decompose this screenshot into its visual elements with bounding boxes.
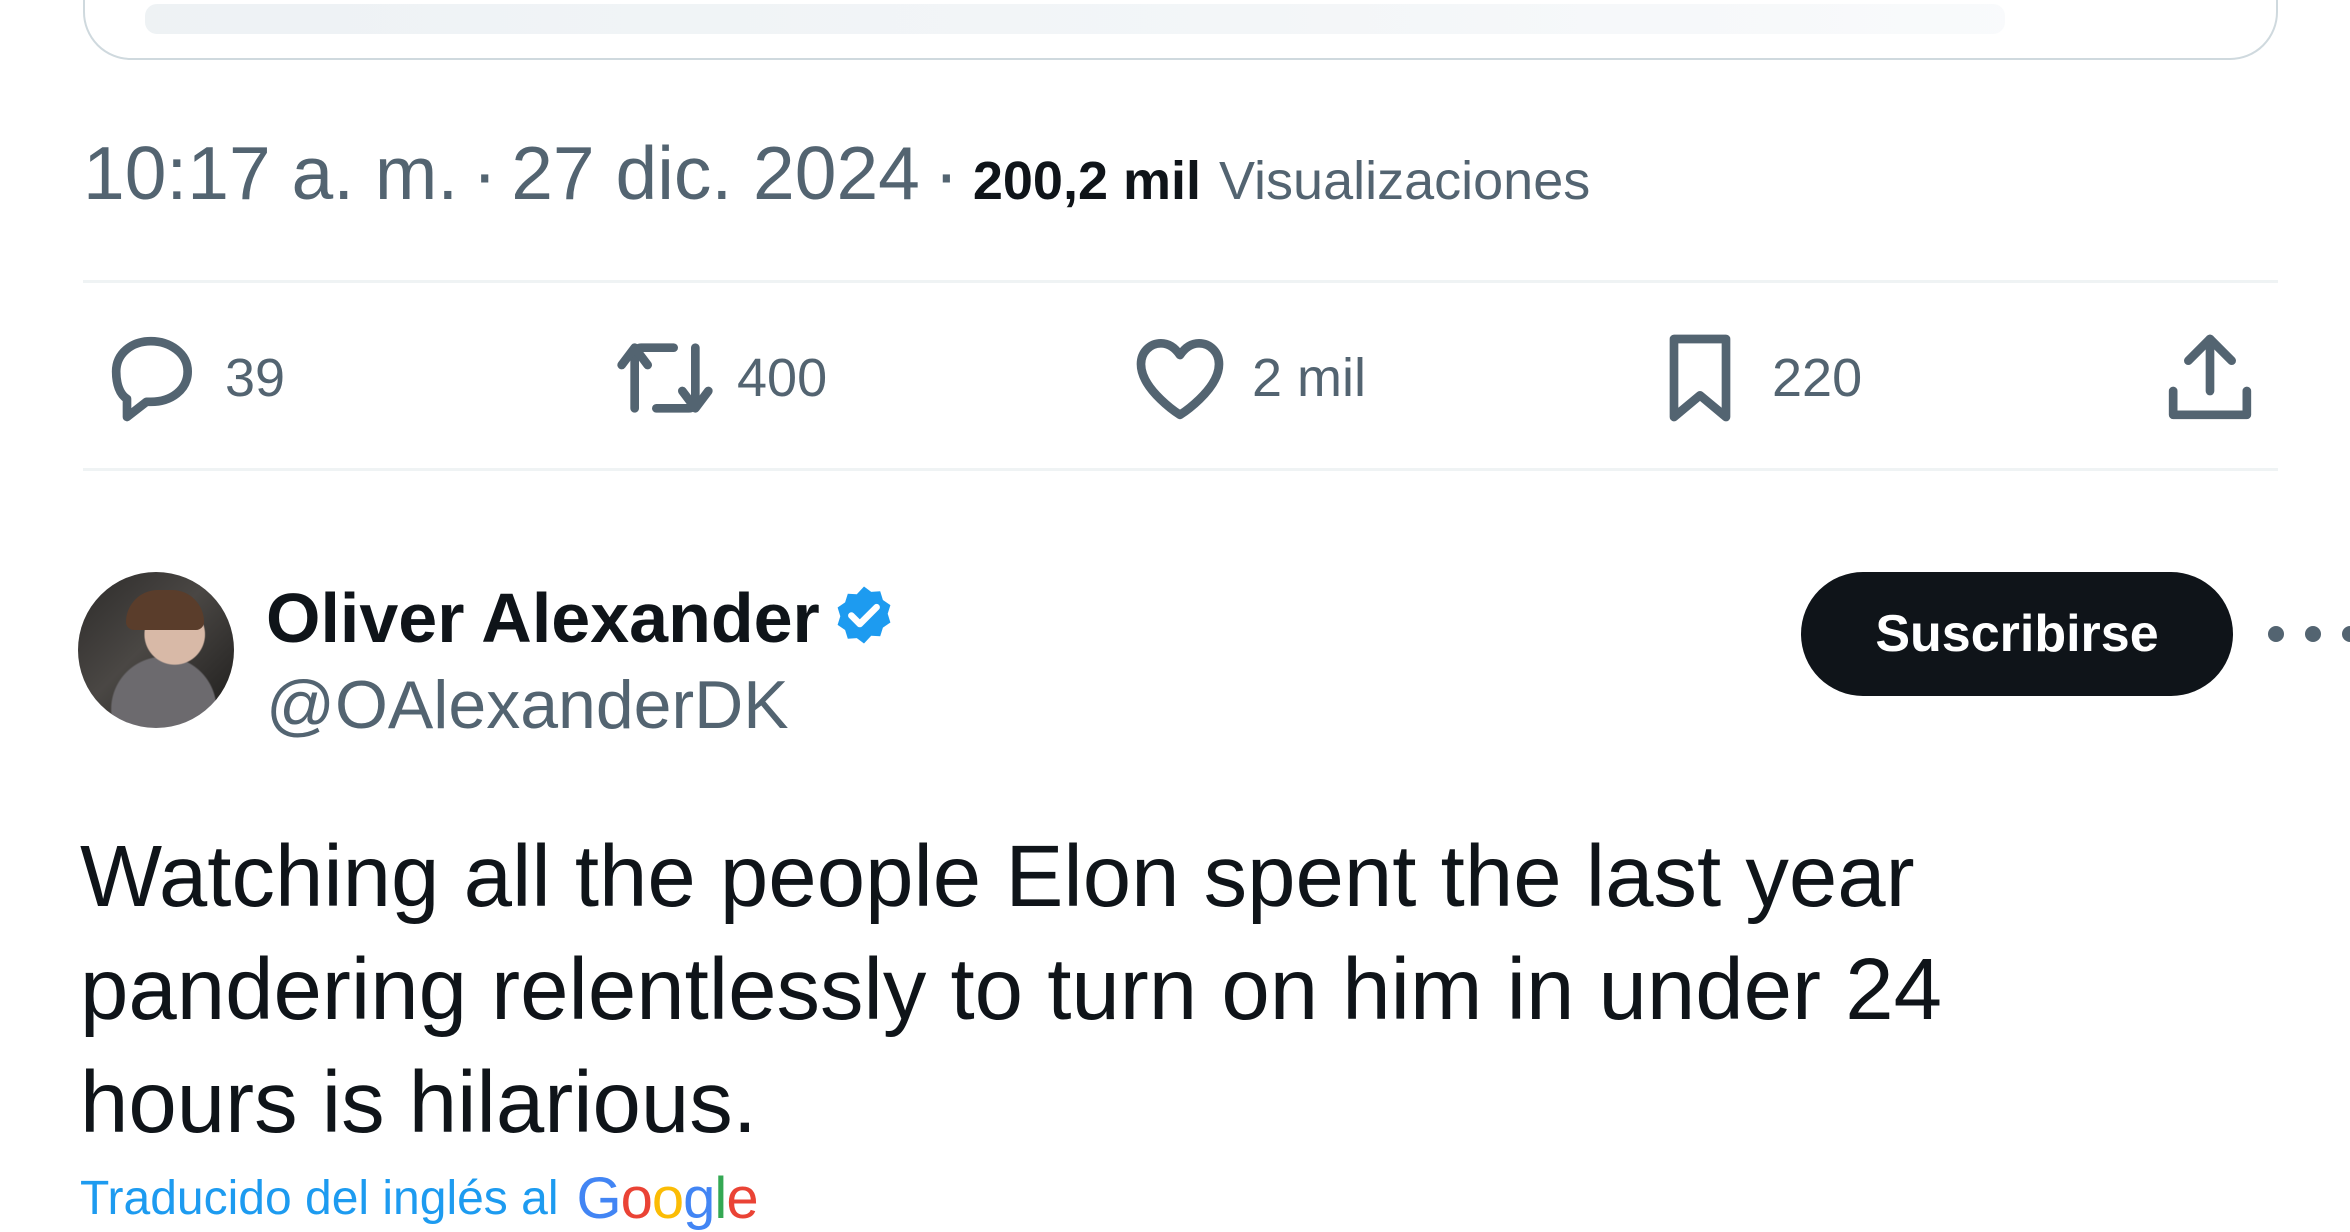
share-icon bbox=[2168, 334, 2252, 420]
tweet-text-line: pandering relentlessly to turn on him in… bbox=[80, 941, 1942, 1038]
tweet-body: Watching all the people Elon spent the l… bbox=[80, 820, 2280, 1159]
more-icon-dot bbox=[2268, 626, 2284, 642]
tweet-time[interactable]: 10:17 a. m. bbox=[83, 130, 458, 216]
like-icon bbox=[1136, 339, 1224, 420]
tweet-date[interactable]: 27 dic. 2024 bbox=[511, 130, 920, 216]
retweet-icon bbox=[617, 343, 713, 413]
quoted-tweet-text-cut bbox=[145, 4, 2005, 34]
like-count: 2 mil bbox=[1252, 348, 1367, 408]
reply-button[interactable]: 39 bbox=[101, 318, 285, 438]
reply-count: 39 bbox=[225, 348, 286, 408]
share-button[interactable] bbox=[2158, 318, 2262, 438]
reply-author-header: Oliver Alexander @OAlexanderDK Suscribir… bbox=[78, 572, 2350, 744]
retweet-button[interactable]: 400 bbox=[613, 318, 827, 438]
action-bar: 39 400 2 mil 220 bbox=[83, 318, 2278, 438]
translation-notice[interactable]: Traducido del inglés al Google bbox=[80, 1166, 759, 1231]
meta-separator: · bbox=[933, 131, 959, 215]
bookmark-icon bbox=[1669, 334, 1731, 422]
verified-badge-icon bbox=[837, 586, 891, 644]
views-count: 200,2 mil bbox=[972, 151, 1202, 211]
google-logo-letter: e bbox=[726, 1165, 758, 1231]
divider bbox=[83, 280, 2278, 283]
more-options-button[interactable] bbox=[2268, 612, 2350, 656]
google-logo-letter: o bbox=[620, 1165, 653, 1231]
more-icon-dot bbox=[2305, 626, 2321, 642]
author-name[interactable]: Oliver Alexander bbox=[266, 578, 820, 658]
avatar-hair bbox=[126, 590, 204, 630]
views-label: Visualizaciones bbox=[1219, 151, 1591, 211]
reply-icon bbox=[111, 336, 192, 422]
tweet-meta: 10:17 a. m. · 27 dic. 2024 · 200,2 mil V… bbox=[83, 130, 1591, 215]
tweet-text-line: hours is hilarious. bbox=[80, 1054, 757, 1151]
more-icon-dot bbox=[2342, 626, 2350, 642]
author-name-row: Oliver Alexander bbox=[266, 576, 900, 660]
divider bbox=[83, 468, 2278, 471]
google-logo-letter: l bbox=[714, 1165, 727, 1231]
meta-separator: · bbox=[472, 131, 498, 215]
bookmark-count: 220 bbox=[1772, 348, 1863, 408]
google-logo-letter: G bbox=[576, 1165, 622, 1231]
quoted-tweet-card[interactable] bbox=[83, 0, 2278, 60]
bookmark-button[interactable]: 220 bbox=[1648, 318, 1862, 438]
translation-label: Traducido del inglés al bbox=[80, 1171, 559, 1225]
google-logo-letter: o bbox=[651, 1165, 684, 1231]
subscribe-button[interactable]: Suscribirse bbox=[1801, 572, 2233, 696]
author-handle[interactable]: @OAlexanderDK bbox=[266, 666, 789, 744]
like-button[interactable]: 2 mil bbox=[1128, 318, 1366, 438]
google-logo: Google bbox=[576, 1165, 759, 1232]
tweet-text-line: Watching all the people Elon spent the l… bbox=[80, 828, 1915, 925]
google-logo-letter: g bbox=[683, 1165, 715, 1231]
retweet-count: 400 bbox=[737, 348, 828, 408]
avatar[interactable] bbox=[78, 572, 234, 728]
